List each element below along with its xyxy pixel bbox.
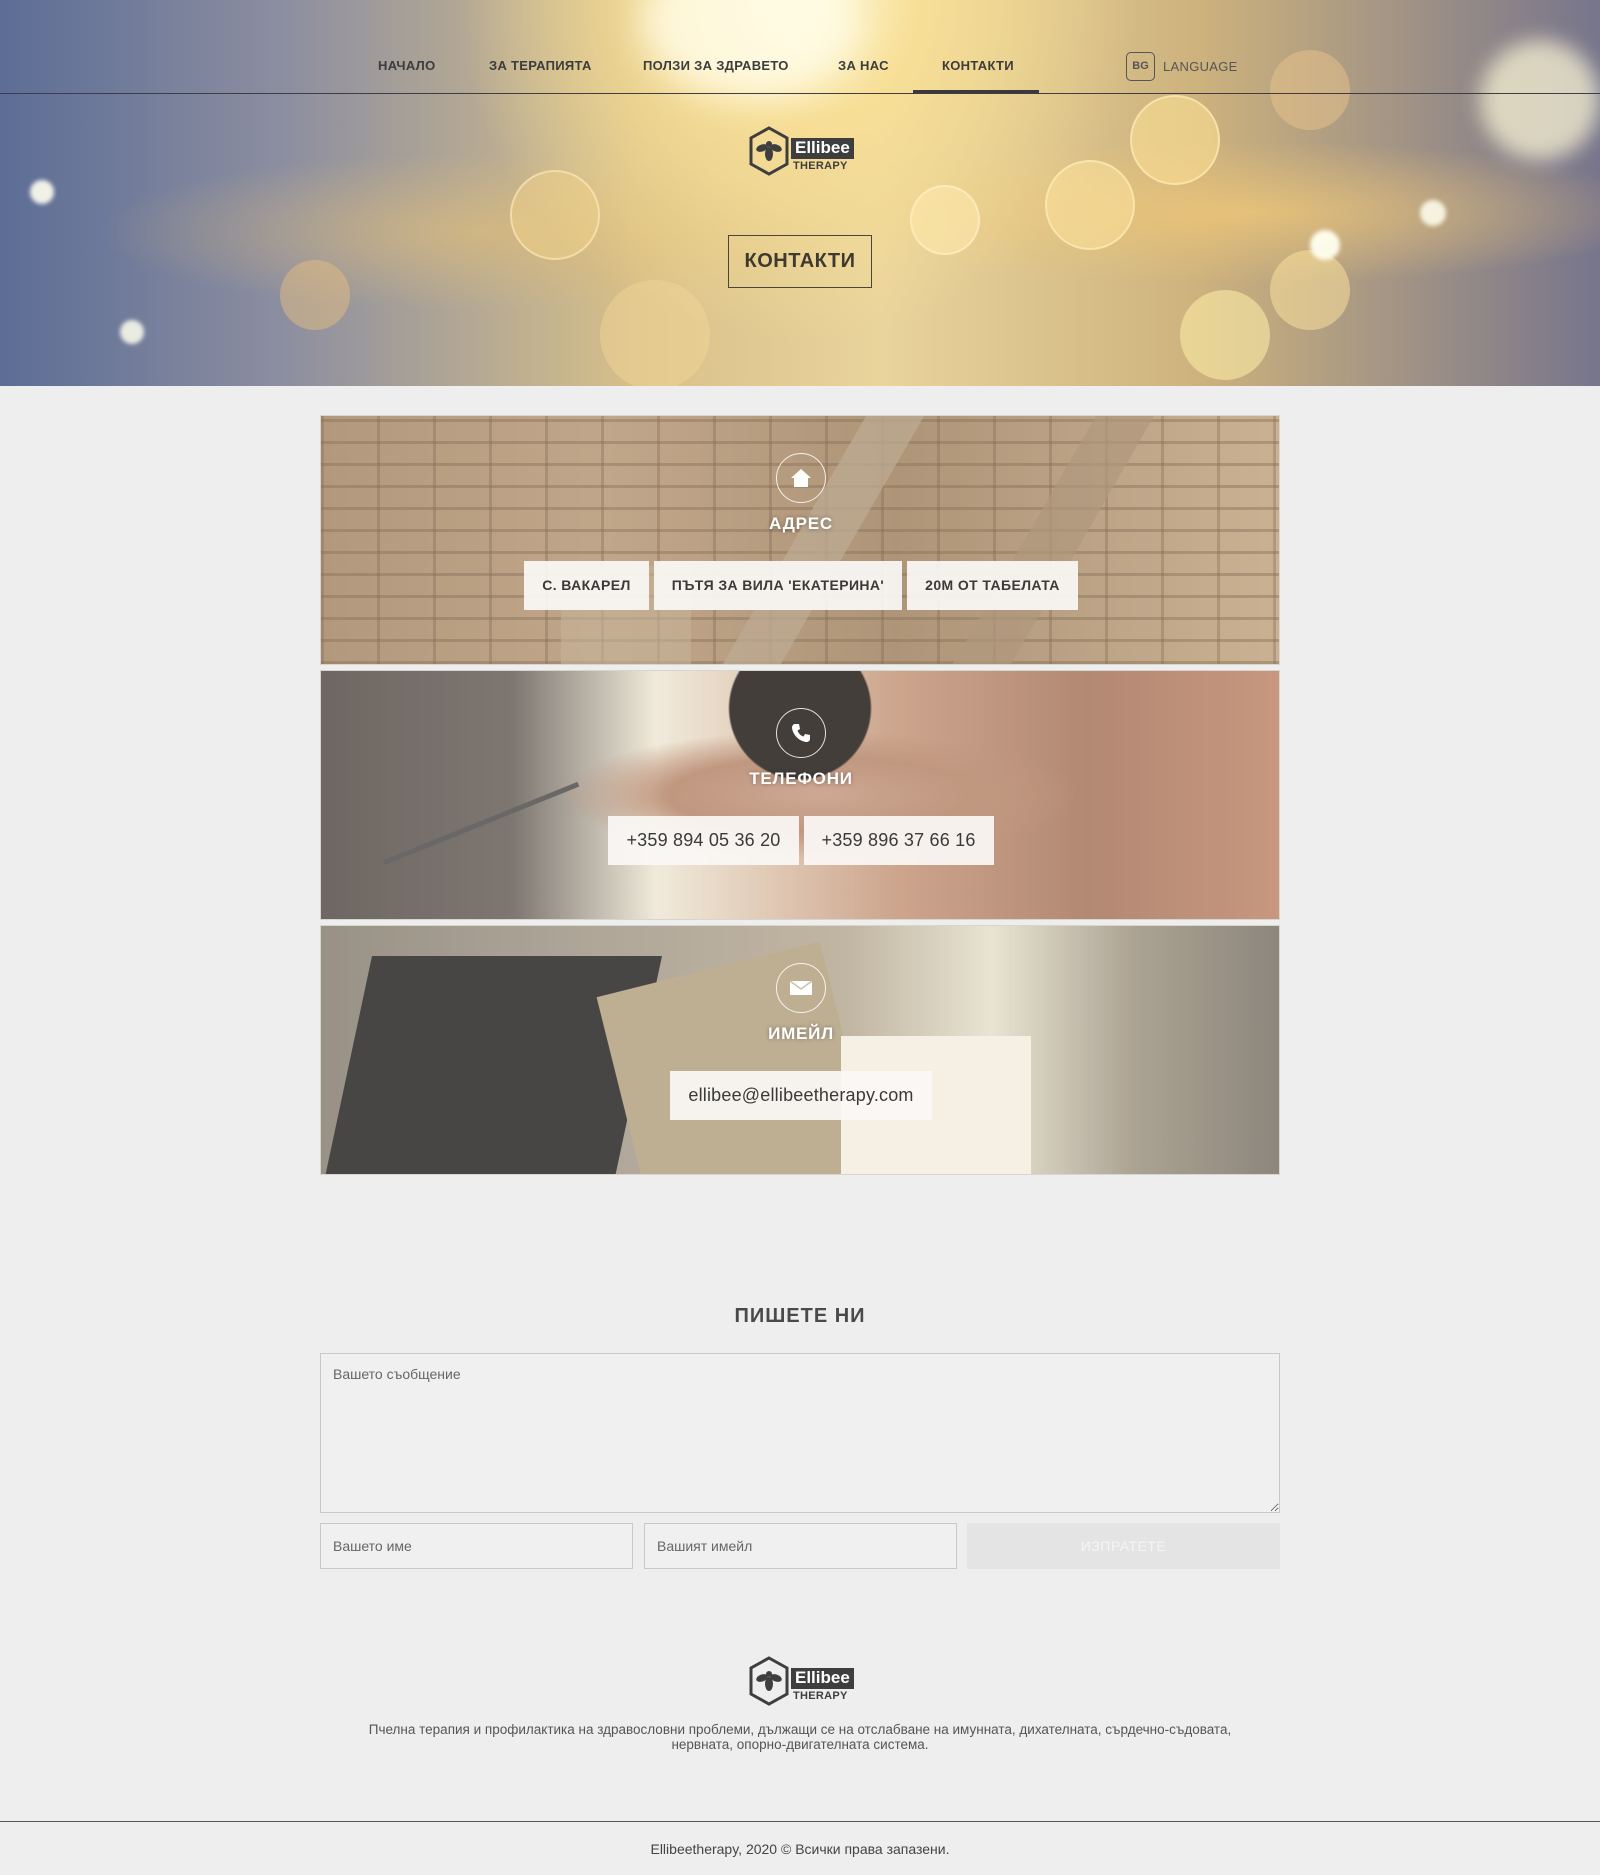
- logo-subtitle: THERAPY: [793, 160, 848, 172]
- header-logo[interactable]: Ellibee THERAPY: [748, 126, 858, 180]
- language-switcher[interactable]: LANGUAGE: [1163, 59, 1238, 74]
- nav-item-home[interactable]: НАЧАЛО: [378, 58, 436, 73]
- bokeh-light: [640, 0, 860, 100]
- email-label: ИМЕЙЛ: [768, 1024, 834, 1043]
- phones-panel: ТЕЛЕФОНИ +359 894 05 36 20 +359 896 37 6…: [320, 670, 1280, 920]
- bokeh-light: [280, 260, 350, 330]
- bokeh-light: [1310, 230, 1340, 260]
- envelope-icon: [776, 963, 826, 1013]
- language-badge[interactable]: BG: [1126, 52, 1155, 81]
- home-icon: [776, 453, 826, 503]
- bee-hexagon-icon: [749, 1656, 789, 1706]
- logo-brand: Ellibee: [791, 138, 854, 159]
- phones-label: ТЕЛЕФОНИ: [749, 769, 853, 788]
- main-nav: НАЧАЛО ЗА ТЕРАПИЯТА ПОЛЗИ ЗА ЗДРАВЕТО ЗА…: [0, 58, 1600, 78]
- footer-description-line: Пчелна терапия и профилактика на здравос…: [368, 1722, 1232, 1737]
- nav-active-indicator: [913, 90, 1039, 93]
- footer-description: Пчелна терапия и профилактика на здравос…: [330, 1722, 1270, 1752]
- bokeh-light: [30, 180, 54, 204]
- address-chips: С. ВАКАРЕЛ ПЪТЯ ЗА ВИЛА 'ЕКАТЕРИНА' 20М …: [321, 561, 1279, 610]
- submit-button[interactable]: ИЗПРАТЕТЕ: [967, 1523, 1280, 1569]
- nav-item-health-benefits[interactable]: ПОЛЗИ ЗА ЗДРАВЕТО: [643, 58, 789, 73]
- bee-hexagon-icon: [749, 126, 789, 176]
- phone-number[interactable]: +359 894 05 36 20: [608, 816, 799, 865]
- address-label: АДРЕС: [769, 514, 833, 533]
- address-panel: АДРЕС С. ВАКАРЕЛ ПЪТЯ ЗА ВИЛА 'ЕКАТЕРИНА…: [320, 415, 1280, 665]
- nav-item-contacts[interactable]: КОНТАКТИ: [942, 58, 1014, 73]
- page-title: КОНТАКТИ: [728, 235, 872, 288]
- email-chips: ellibee@ellibeetherapy.com: [321, 1071, 1279, 1120]
- bokeh-light: [1130, 95, 1220, 185]
- bokeh-light: [1045, 160, 1135, 250]
- email-address[interactable]: ellibee@ellibeetherapy.com: [670, 1071, 932, 1120]
- bokeh-light: [1420, 200, 1446, 226]
- logo-brand: Ellibee: [791, 1668, 854, 1689]
- name-field[interactable]: [320, 1523, 633, 1569]
- email-panel: ИМЕЙЛ ellibee@ellibeetherapy.com: [320, 925, 1280, 1175]
- phone-number[interactable]: +359 896 37 66 16: [803, 816, 994, 865]
- copyright: Ellibeetherapy, 2020 © Всички права запа…: [650, 1841, 950, 1857]
- bokeh-light: [1180, 290, 1270, 380]
- bokeh-light: [910, 185, 980, 255]
- form-title: ПИШЕТЕ НИ: [734, 1305, 866, 1327]
- nav-divider: [0, 93, 1600, 94]
- bokeh-light: [600, 280, 710, 386]
- phone-icon: [776, 708, 826, 758]
- address-part: 20М ОТ ТАБЕЛАТА: [907, 561, 1078, 610]
- hero-banner: НАЧАЛО ЗА ТЕРАПИЯТА ПОЛЗИ ЗА ЗДРАВЕТО ЗА…: [0, 0, 1600, 386]
- email-field[interactable]: [644, 1523, 957, 1569]
- bokeh-light: [1270, 250, 1350, 330]
- address-part: С. ВАКАРЕЛ: [524, 561, 649, 610]
- nav-item-about[interactable]: ЗА НАС: [838, 58, 889, 73]
- message-field[interactable]: [320, 1353, 1280, 1513]
- footer-logo[interactable]: Ellibee THERAPY: [748, 1656, 858, 1710]
- footer-description-line: нервната, опорно-двигателната система.: [671, 1737, 929, 1752]
- footer-divider: [0, 1821, 1600, 1822]
- bokeh-light: [510, 170, 600, 260]
- address-part: ПЪТЯ ЗА ВИЛА 'ЕКАТЕРИНА': [653, 561, 903, 610]
- nav-item-therapy[interactable]: ЗА ТЕРАПИЯТА: [489, 58, 592, 73]
- bokeh-light: [120, 320, 144, 344]
- phone-chips: +359 894 05 36 20 +359 896 37 66 16: [321, 816, 1279, 865]
- logo-subtitle: THERAPY: [793, 1690, 848, 1702]
